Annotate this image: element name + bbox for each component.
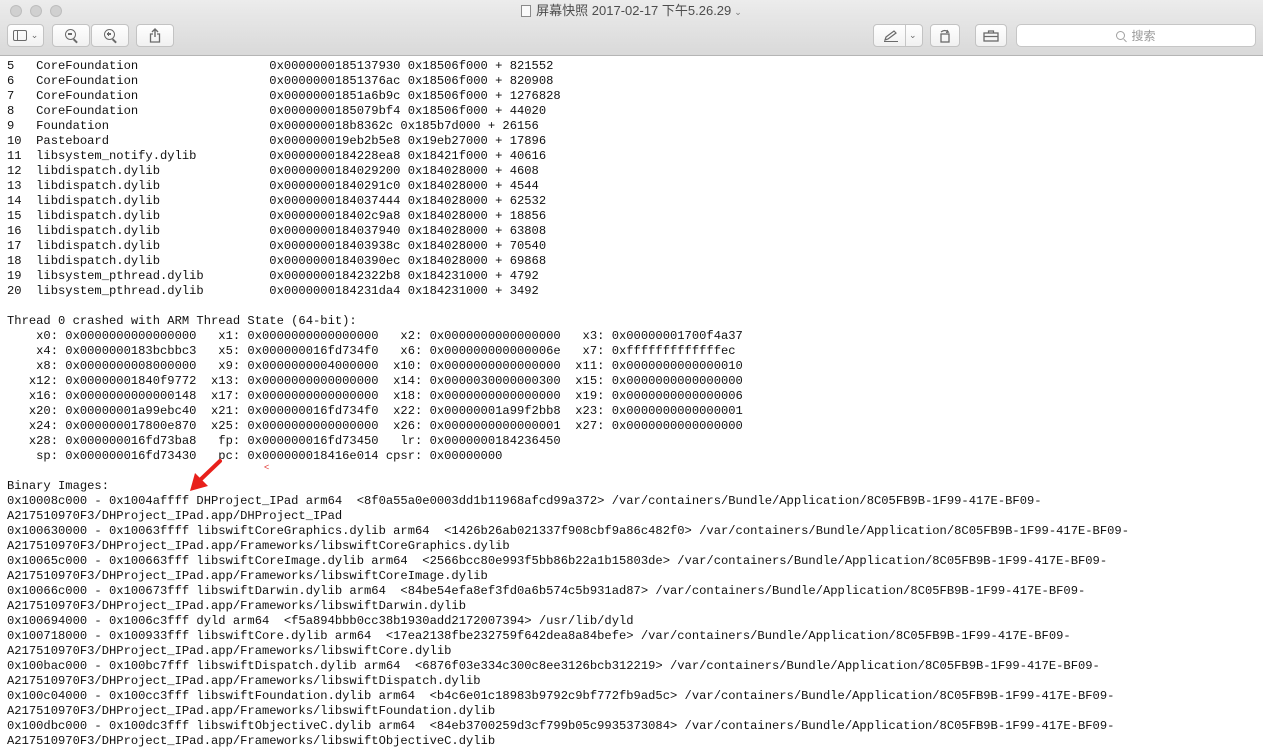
share-button[interactable] — [136, 24, 174, 47]
markup-button[interactable]: ⌄ — [873, 24, 923, 47]
crash-log-text: 5 CoreFoundation 0x0000000185137930 0x18… — [0, 57, 1263, 749]
chevron-down-icon: ⌄ — [30, 30, 39, 40]
log-line: x28: 0x000000016fd73ba8 fp: 0x000000016f… — [7, 434, 561, 448]
window-titlebar: 屏幕快照 2017-02-17 下午5.26.29 ⌄ ⌄ ⌄ 搜索 — [0, 0, 1263, 56]
log-line: 0x100bac000 - 0x100bc7fff libswiftDispat… — [7, 659, 1100, 673]
zoom-out-icon — [64, 29, 76, 40]
sidebar-toggle-button[interactable]: ⌄ — [7, 24, 44, 47]
log-line: 9 Foundation 0x000000018b8362c 0x185b7d0… — [7, 119, 539, 133]
zoom-in-icon — [103, 29, 115, 40]
log-line: 0x100718000 - 0x100933fff libswiftCore.d… — [7, 629, 1071, 643]
rotate-icon — [940, 29, 950, 43]
log-line: A217510970F3/DHProject_IPad.app/Framewor… — [7, 539, 510, 553]
log-line: A217510970F3/DHProject_IPad.app/Framewor… — [7, 599, 466, 613]
log-line: 14 libdispatch.dylib 0x0000000184037444 … — [7, 194, 547, 208]
chevron-down-icon: ⌄ — [909, 30, 917, 40]
log-line: A217510970F3/DHProject_IPad.app/DHProjec… — [7, 509, 343, 523]
log-line: x16: 0x0000000000000148 x17: 0x000000000… — [7, 389, 743, 403]
log-line: 0x100dbc000 - 0x100dc3fff libswiftObject… — [7, 719, 1115, 733]
log-line: x12: 0x00000001840f9772 x13: 0x000000000… — [7, 374, 743, 388]
log-line: x20: 0x00000001a99ebc40 x21: 0x000000016… — [7, 404, 743, 418]
log-line: 20 libsystem_pthread.dylib 0x00000001842… — [7, 284, 539, 298]
log-line: 0x100694000 - 0x1006c3fff dyld arm64 <f5… — [7, 614, 634, 628]
document-icon — [521, 5, 532, 17]
log-line: 0x10008c000 - 0x1004affff DHProject_IPad… — [7, 494, 1042, 508]
window-title[interactable]: 屏幕快照 2017-02-17 下午5.26.29 ⌄ — [0, 3, 1263, 19]
log-line: 0x10066c000 - 0x100673fff libswiftDarwin… — [7, 584, 1086, 598]
document-view[interactable]: 5 CoreFoundation 0x0000000185137930 0x18… — [0, 57, 1263, 752]
log-line: 5 CoreFoundation 0x0000000185137930 0x18… — [7, 59, 554, 73]
log-line: x24: 0x000000017800e870 x25: 0x000000000… — [7, 419, 743, 433]
rotate-button[interactable] — [930, 24, 960, 47]
search-field[interactable]: 搜索 — [1016, 24, 1256, 47]
pen-icon — [884, 29, 898, 42]
log-line: 0x10065c000 - 0x100663fff libswiftCoreIm… — [7, 554, 1108, 568]
log-line: x4: 0x0000000183bcbbc3 x5: 0x000000016fd… — [7, 344, 736, 358]
search-placeholder: 搜索 — [1131, 29, 1156, 43]
zoom-in-button[interactable] — [91, 24, 129, 47]
log-line: 7 CoreFoundation 0x00000001851a6b9c 0x18… — [7, 89, 561, 103]
log-line: A217510970F3/DHProject_IPad.app/Framewor… — [7, 644, 452, 658]
log-line: 0x100630000 - 0x10063ffff libswiftCoreGr… — [7, 524, 1129, 538]
log-line: 15 libdispatch.dylib 0x000000018402c9a8 … — [7, 209, 547, 223]
log-line: A217510970F3/DHProject_IPad.app/Framewor… — [7, 704, 496, 718]
toolbar-separator — [905, 25, 906, 46]
log-line: 12 libdispatch.dylib 0x0000000184029200 … — [7, 164, 539, 178]
log-line: 17 libdispatch.dylib 0x000000018403938c … — [7, 239, 547, 253]
log-line: x8: 0x0000000008000000 x9: 0x00000000040… — [7, 359, 743, 373]
toolbox-icon — [983, 30, 999, 42]
annotation-mark: < — [264, 462, 270, 472]
log-line: x0: 0x0000000000000000 x1: 0x00000000000… — [7, 329, 743, 343]
search-icon — [1116, 31, 1126, 40]
toolbox-button[interactable] — [975, 24, 1007, 47]
sidebar-icon — [12, 30, 27, 41]
window-title-text: 屏幕快照 2017-02-17 下午5.26.29 — [536, 3, 732, 18]
log-line: 8 CoreFoundation 0x0000000185079bf4 0x18… — [7, 104, 547, 118]
log-line: 19 libsystem_pthread.dylib 0x00000001842… — [7, 269, 539, 283]
log-line: Thread 0 crashed with ARM Thread State (… — [7, 314, 357, 328]
zoom-out-button[interactable] — [52, 24, 90, 47]
log-line: 11 libsystem_notify.dylib 0x000000018422… — [7, 149, 547, 163]
chevron-down-icon: ⌄ — [734, 7, 742, 17]
share-icon — [149, 28, 161, 43]
red-arrow-annotation — [190, 459, 222, 491]
log-line: 13 libdispatch.dylib 0x00000001840291c0 … — [7, 179, 539, 193]
log-line: 18 libdispatch.dylib 0x00000001840390ec … — [7, 254, 547, 268]
log-line: A217510970F3/DHProject_IPad.app/Framewor… — [7, 674, 481, 688]
log-line: A217510970F3/DHProject_IPad.app/Framewor… — [7, 569, 488, 583]
log-line: 16 libdispatch.dylib 0x0000000184037940 … — [7, 224, 547, 238]
log-line: 0x100c04000 - 0x100cc3fff libswiftFounda… — [7, 689, 1115, 703]
log-line: A217510970F3/DHProject_IPad.app/Framewor… — [7, 734, 496, 748]
log-line: 6 CoreFoundation 0x00000001851376ac 0x18… — [7, 74, 554, 88]
log-line: 10 Pasteboard 0x000000019eb2b5e8 0x19eb2… — [7, 134, 547, 148]
